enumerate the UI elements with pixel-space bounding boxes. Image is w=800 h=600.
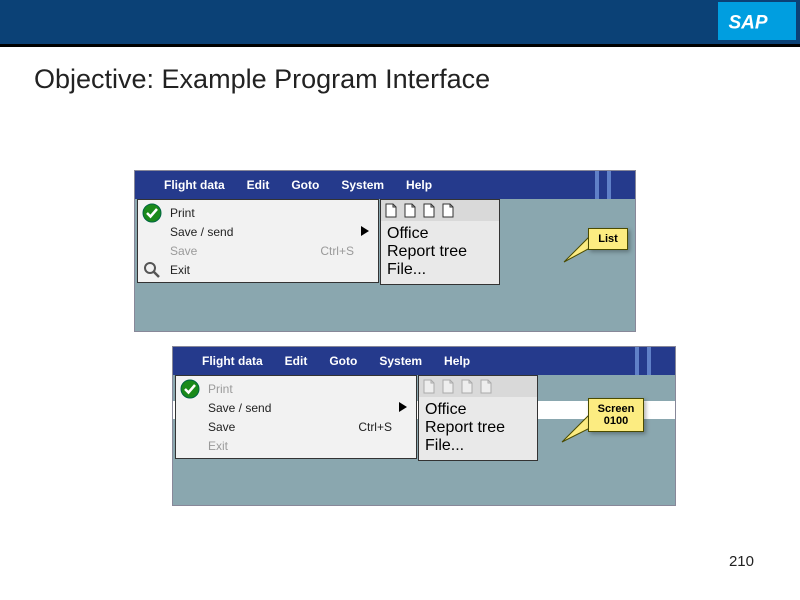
menu-item-print: Print <box>180 379 412 398</box>
shortcut-label: Ctrl+S <box>358 420 392 434</box>
menu-system[interactable]: System <box>330 178 395 192</box>
menu-bar: Flight data Edit Goto System Help <box>173 347 675 375</box>
app-window-list: Flight data Edit Goto System Help Print … <box>134 170 636 332</box>
svg-text:SAP: SAP <box>729 13 768 34</box>
header-underline <box>0 44 800 47</box>
menu-system[interactable]: System <box>368 354 433 368</box>
menu-flight-data[interactable]: Flight data <box>191 354 274 368</box>
sap-logo: SAP <box>718 2 796 40</box>
submenu-file: File... <box>425 437 531 455</box>
menu-item-print[interactable]: Print <box>142 203 374 222</box>
document-icon <box>459 378 476 395</box>
submenu-office: Office <box>425 401 531 419</box>
submenu-report-tree[interactable]: Report tree <box>387 243 493 261</box>
submenu-arrow-icon <box>360 225 370 240</box>
top-header-bar: SAP <box>0 0 800 44</box>
document-icon[interactable] <box>383 202 400 219</box>
menu-bar: Flight data Edit Goto System Help <box>135 171 635 199</box>
menu-item-save: SaveCtrl+S <box>142 241 374 260</box>
menu-item-exit: Exit <box>180 436 412 455</box>
menu-help[interactable]: Help <box>395 178 443 192</box>
shortcut-label: Ctrl+S <box>320 244 354 258</box>
menu-goto[interactable]: Goto <box>318 354 368 368</box>
document-icon[interactable] <box>421 202 438 219</box>
menu-item-exit[interactable]: Exit <box>142 260 374 279</box>
save-send-submenu: Office Report tree File... <box>418 397 538 461</box>
submenu-arrow-icon <box>398 401 408 416</box>
menu-item-save-send[interactable]: Save / send <box>180 398 412 417</box>
document-icon[interactable] <box>402 202 419 219</box>
flight-data-dropdown: Print Save / send SaveCtrl+S Exit <box>137 199 379 283</box>
submenu-report-tree: Report tree <box>425 419 531 437</box>
menu-edit[interactable]: Edit <box>274 354 319 368</box>
page-number: 210 <box>729 553 754 570</box>
submenu-toolbar <box>380 199 500 221</box>
callout-list: List <box>588 228 628 250</box>
document-icon <box>440 378 457 395</box>
window-decoration <box>587 171 633 199</box>
window-decoration <box>627 347 673 375</box>
document-icon <box>478 378 495 395</box>
menu-flight-data[interactable]: Flight data <box>153 178 236 192</box>
callout-screen-0100: Screen0100 <box>588 398 644 432</box>
document-icon <box>421 378 438 395</box>
menu-item-save-send[interactable]: Save / send <box>142 222 374 241</box>
menu-help[interactable]: Help <box>433 354 481 368</box>
document-icon[interactable] <box>440 202 457 219</box>
page-title: Objective: Example Program Interface <box>34 64 490 95</box>
menu-goto[interactable]: Goto <box>280 178 330 192</box>
submenu-toolbar <box>418 375 538 397</box>
flight-data-dropdown: Print Save / send SaveCtrl+S Exit <box>175 375 417 459</box>
menu-edit[interactable]: Edit <box>236 178 281 192</box>
submenu-office[interactable]: Office <box>387 225 493 243</box>
submenu-file[interactable]: File... <box>387 261 493 279</box>
save-send-submenu: Office Report tree File... <box>380 221 500 285</box>
menu-item-save[interactable]: SaveCtrl+S <box>180 417 412 436</box>
